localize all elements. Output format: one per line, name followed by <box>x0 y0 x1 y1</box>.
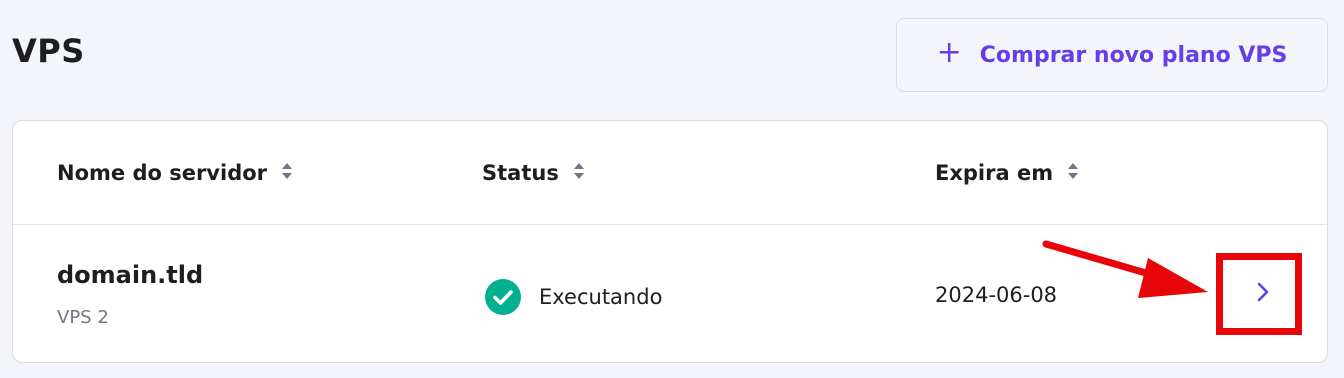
table-header: Nome do servidor Status Expira em <box>13 121 1327 225</box>
sort-icon <box>1067 161 1079 185</box>
server-plan: VPS 2 <box>57 307 109 328</box>
column-header-server-name[interactable]: Nome do servidor <box>57 161 293 185</box>
page-title: VPS <box>12 32 85 70</box>
check-circle-icon <box>485 279 521 315</box>
sort-icon <box>573 161 585 185</box>
vps-page: VPS + Comprar novo plano VPS Nome do ser… <box>0 0 1344 378</box>
column-header-expires[interactable]: Expira em <box>935 161 1079 185</box>
open-server-button[interactable] <box>1233 273 1293 315</box>
table-row[interactable]: domain.tld VPS 2 Executando 2024-06-08 <box>13 225 1327 362</box>
column-header-status[interactable]: Status <box>482 161 585 185</box>
column-label: Nome do servidor <box>57 161 268 185</box>
expiration-date: 2024-06-08 <box>935 283 1058 307</box>
buy-button-label: Comprar novo plano VPS <box>979 42 1288 68</box>
chevron-right-icon <box>1256 281 1270 307</box>
vps-table: Nome do servidor Status Expira em domain… <box>12 120 1328 363</box>
plus-icon: + <box>936 35 962 70</box>
column-label: Expira em <box>935 161 1054 185</box>
status-text: Executando <box>539 285 663 309</box>
buy-new-vps-plan-button[interactable]: + Comprar novo plano VPS <box>896 18 1328 92</box>
sort-icon <box>281 161 293 185</box>
status-cell: Executando <box>485 279 662 315</box>
column-label: Status <box>482 161 559 185</box>
server-name: domain.tld <box>57 261 204 289</box>
